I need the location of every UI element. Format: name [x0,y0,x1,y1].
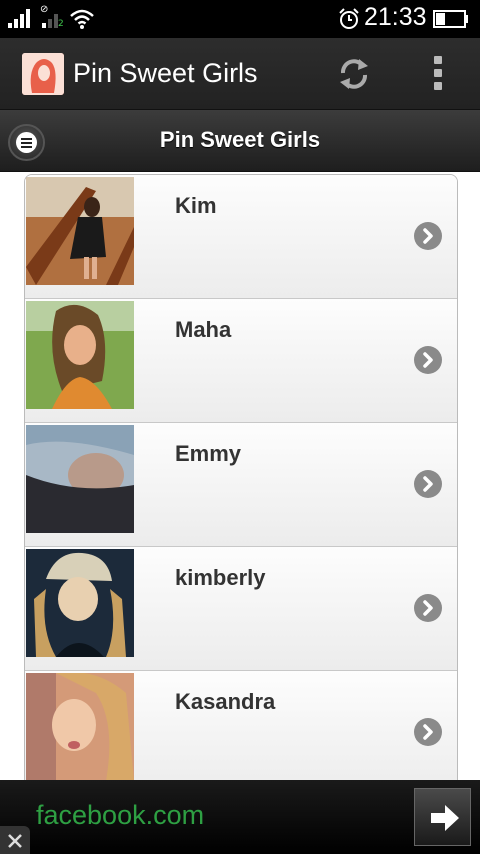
thumbnail-image [26,673,134,780]
app-title: Pin Sweet Girls [73,58,258,88]
thumbnail-image [26,177,134,285]
status-bar: ⊘ 2 21:33 [0,0,480,38]
ad-banner[interactable]: facebook.com [0,780,480,854]
chevron-right-icon [414,594,442,622]
thumbnail-image [26,425,134,533]
refresh-icon[interactable] [335,55,373,93]
close-icon [8,834,22,848]
girls-list: Kim Maha Emmy kimberly Kasandra [24,174,458,780]
ad-link[interactable]: facebook.com [36,800,204,831]
ad-close-button[interactable] [0,826,30,854]
signal-icon [8,8,30,28]
chevron-right-icon [414,470,442,498]
list-item[interactable]: kimberly [25,547,457,671]
wifi-icon [70,9,94,29]
item-name: kimberly [175,565,266,590]
list-item[interactable]: Kim [25,175,457,299]
item-name: Maha [175,317,232,342]
battery-icon [433,10,468,28]
list-item[interactable]: Kasandra [25,671,457,780]
sim2-label: 2 [58,19,64,29]
list-container[interactable]: Kim Maha Emmy kimberly Kasandra [0,172,480,780]
overflow-menu-icon[interactable] [428,56,448,92]
list-item[interactable]: Maha [25,299,457,423]
arrow-right-icon [431,805,459,831]
item-name: Emmy [175,441,242,466]
app-logo-icon [22,53,64,95]
chevron-right-icon [414,718,442,746]
header-bar: Pin Sweet Girls [0,109,480,172]
thumbnail-image [26,549,134,657]
chevron-right-icon [414,222,442,250]
signal-2-icon [42,8,58,28]
action-bar: Pin Sweet Girls [0,38,480,109]
thumbnail-image [26,301,134,409]
item-name: Kasandra [175,689,276,714]
header-title: Pin Sweet Girls [159,127,321,152]
list-item[interactable]: Emmy [25,423,457,547]
alarm-icon [339,8,359,29]
ad-open-button[interactable] [414,788,471,846]
clock: 21:33 [364,3,427,31]
item-name: Kim [175,193,217,218]
chevron-right-icon [414,346,442,374]
